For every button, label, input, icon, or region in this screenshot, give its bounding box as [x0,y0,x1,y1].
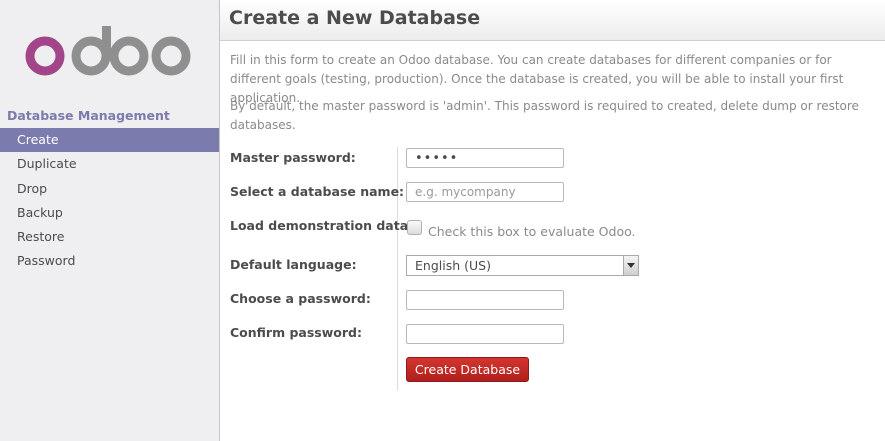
db-name-label: Select a database name: [230,184,405,199]
odoo-logo [25,26,191,76]
sidebar: Database Management Create Duplicate Dro… [0,0,220,441]
choose-password-label: Choose a password: [230,291,371,306]
sidebar-title: Database Management [7,108,170,123]
demo-data-hint: Check this box to evaluate Odoo. [428,224,636,239]
dropdown-arrow-icon[interactable] [623,256,638,275]
page-header: Create a New Database [220,0,885,41]
choose-password-field[interactable] [406,290,564,310]
sidebar-menu: Create Duplicate Drop Backup Restore Pas… [0,128,219,274]
sidebar-item-drop[interactable]: Drop [0,177,219,201]
confirm-password-field[interactable] [406,324,564,344]
sidebar-item-password[interactable]: Password [0,249,219,273]
language-select[interactable]: English (US) [406,255,639,276]
master-password-note: By default, the master password is 'admi… [230,99,859,132]
sidebar-item-duplicate[interactable]: Duplicate [0,152,219,176]
create-database-button[interactable]: Create Database [406,357,529,382]
sidebar-item-backup[interactable]: Backup [0,201,219,225]
confirm-password-label: Confirm password: [230,325,362,340]
demo-data-checkbox[interactable] [407,220,422,235]
demo-data-label: Load demonstration data: [230,218,414,233]
master-password-field[interactable] [406,148,564,168]
language-label: Default language: [230,257,357,272]
db-name-input[interactable] [406,182,564,202]
sidebar-item-restore[interactable]: Restore [0,225,219,249]
language-select-value: English (US) [415,258,491,273]
master-password-label: Master password: [230,150,356,165]
page-title: Create a New Database [229,7,481,29]
sidebar-item-create[interactable]: Create [0,128,219,153]
